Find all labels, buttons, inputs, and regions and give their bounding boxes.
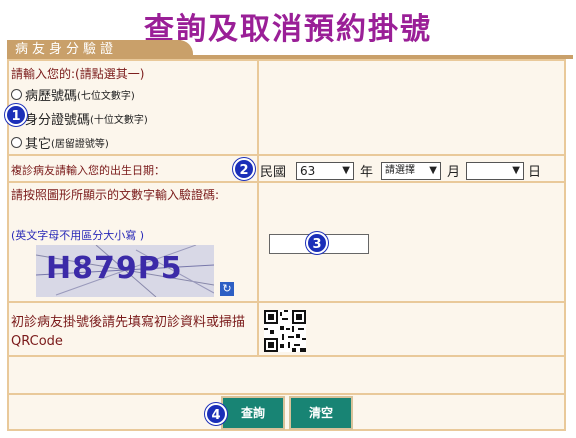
chevron-down-icon: ▼ bbox=[342, 165, 350, 176]
option-label: 其它 bbox=[25, 137, 52, 152]
birth-prompt: 複診病友請輸入您的出生日期： bbox=[11, 164, 165, 177]
option-hint: (七位文數字) bbox=[77, 91, 135, 102]
year-value: 63 bbox=[300, 164, 316, 178]
section-tab-label: 病友身分驗證 bbox=[15, 42, 118, 57]
step-badge-3: 3 bbox=[306, 232, 328, 254]
first-visit-cell: 初診病友掛號後請先填寫初診資料或掃描QRCode bbox=[9, 303, 257, 355]
button-row bbox=[9, 395, 564, 429]
captcha-text: H879P5 bbox=[46, 251, 183, 286]
captcha-image: H879P5 bbox=[36, 245, 214, 297]
year-unit: 年 bbox=[360, 165, 374, 180]
id-options-cell: 請輸入您的:(請點選其一) 病歷號碼 (七位文數字) 身分證號碼 (十位文數字)… bbox=[9, 61, 257, 154]
captcha-prompt: 請按照圖形所顯示的文數字輸入驗證碼: bbox=[11, 188, 220, 202]
day-select[interactable]: ▼ bbox=[466, 162, 524, 180]
month-select[interactable]: 請選擇 ▼ bbox=[381, 162, 441, 180]
captcha-note: (英文字母不用區分大小寫 ) bbox=[11, 229, 145, 242]
option-label: 身分證號碼 bbox=[25, 113, 91, 128]
radio-other[interactable]: 其它 (居留證號等) bbox=[11, 133, 109, 152]
section-tab: 病友身分驗證 bbox=[7, 40, 573, 59]
step-badge-1: 1 bbox=[5, 104, 27, 126]
month-unit: 月 bbox=[447, 165, 461, 180]
era-label: 民國 bbox=[260, 165, 287, 180]
step-badge-2: 2 bbox=[233, 158, 255, 180]
qrcode-icon bbox=[264, 310, 306, 352]
birth-prompt-cell: 複診病友請輸入您的出生日期： bbox=[9, 156, 257, 181]
year-select[interactable]: 63 ▼ bbox=[296, 162, 354, 180]
clear-button[interactable]: 清空 bbox=[289, 396, 353, 430]
option-label: 病歷號碼 bbox=[25, 89, 78, 104]
day-unit: 日 bbox=[528, 165, 542, 180]
id-prompt: 請輸入您的:(請點選其一) bbox=[11, 67, 145, 81]
month-value: 請選擇 bbox=[385, 165, 415, 176]
radio-button[interactable] bbox=[11, 137, 22, 148]
id-input-cell bbox=[259, 61, 564, 154]
option-hint: (居留證號等) bbox=[51, 139, 109, 150]
query-button[interactable]: 查詢 bbox=[221, 396, 285, 430]
chevron-down-icon: ▼ bbox=[512, 165, 520, 176]
chevron-down-icon: ▼ bbox=[429, 165, 437, 176]
first-visit-text: 初診病友掛號後請先填寫初診資料或掃描QRCode bbox=[11, 315, 246, 349]
empty-row bbox=[9, 357, 564, 393]
option-hint: (十位文數字) bbox=[90, 115, 148, 126]
radio-button[interactable] bbox=[11, 89, 22, 100]
radio-chart-number[interactable]: 病歷號碼 (七位文數字) bbox=[11, 85, 135, 104]
refresh-icon[interactable]: ↻ bbox=[220, 282, 234, 296]
step-badge-4: 4 bbox=[205, 403, 227, 425]
radio-id-number[interactable]: 身分證號碼 (十位文數字) bbox=[11, 109, 148, 128]
